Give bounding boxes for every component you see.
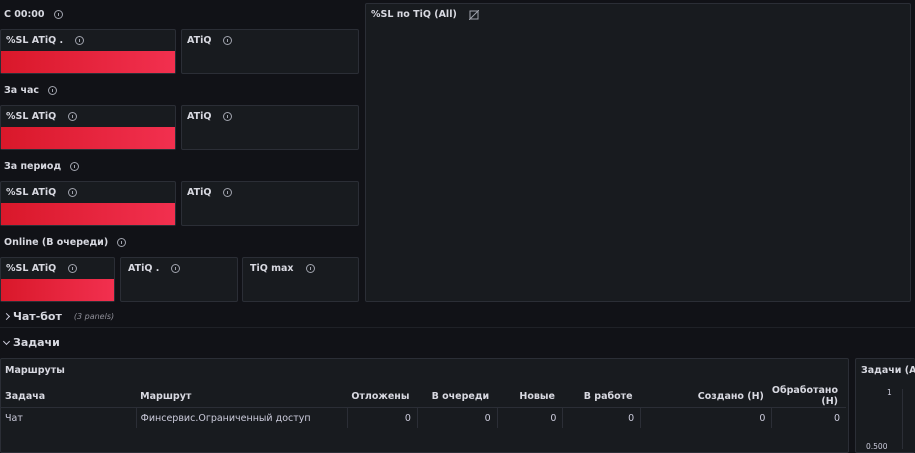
panel-title: ATiQ bbox=[187, 111, 233, 122]
cell-new: 0 bbox=[496, 407, 563, 428]
row-chatbot-meta: (3 panels) bbox=[73, 312, 115, 321]
info-icon[interactable] bbox=[223, 112, 233, 121]
panel-title: Маршруты bbox=[5, 365, 65, 376]
section-online-label: Online (В очереди) bbox=[4, 237, 109, 248]
panel-title: TiQ max bbox=[250, 263, 315, 274]
cell-in-work: 0 bbox=[562, 407, 641, 428]
chevron-down-icon bbox=[2, 337, 11, 345]
section-online: Online (В очереди) bbox=[4, 237, 127, 248]
y-tick-label: 1 bbox=[887, 388, 892, 397]
cell-created: 0 bbox=[640, 407, 772, 428]
col-in-work[interactable]: В работе bbox=[562, 385, 641, 408]
y-axis-line bbox=[902, 389, 903, 449]
table-header-row: Задача Маршрут Отложены В очереди Новые … bbox=[1, 385, 846, 408]
row-divider bbox=[0, 327, 915, 328]
col-created[interactable]: Создано (Н) bbox=[640, 385, 772, 408]
table-row[interactable]: Чат Финсервис.Ограниченный доступ 0 0 0 … bbox=[1, 407, 846, 428]
section-period-label: За период bbox=[4, 161, 62, 172]
panel-title: %SL по TiQ (All) bbox=[371, 9, 479, 20]
cell-postponed: 0 bbox=[346, 407, 418, 428]
panel-title: ATiQ . bbox=[128, 263, 181, 274]
panel-title: %SL ATiQ bbox=[6, 111, 78, 122]
row-chatbot-title: Чат-бот bbox=[13, 310, 62, 323]
sl-gauge-bar bbox=[1, 51, 175, 73]
info-icon[interactable] bbox=[171, 264, 181, 273]
info-icon[interactable] bbox=[48, 86, 58, 95]
panel-title: ATiQ bbox=[187, 35, 233, 46]
no-data-icon bbox=[468, 9, 479, 20]
section-since-label: С 00:00 bbox=[4, 9, 45, 20]
col-in-queue[interactable]: В очереди bbox=[417, 385, 498, 408]
panel-title: ATiQ bbox=[187, 187, 233, 198]
tasks-all-panel[interactable]: Задачи (All) 1 0.500 bbox=[855, 358, 915, 453]
atiq-period-panel[interactable]: ATiQ bbox=[181, 181, 359, 226]
section-hour: За час bbox=[4, 85, 58, 96]
atiq-hour-panel[interactable]: ATiQ bbox=[181, 105, 359, 150]
info-icon[interactable] bbox=[75, 36, 85, 45]
tiq-max-panel[interactable]: TiQ max bbox=[242, 257, 359, 302]
section-period: За период bbox=[4, 161, 80, 172]
cell-processed: 0 bbox=[771, 407, 846, 428]
info-icon[interactable] bbox=[53, 10, 63, 19]
info-icon[interactable] bbox=[70, 162, 80, 171]
section-hour-label: За час bbox=[4, 85, 40, 96]
info-icon[interactable] bbox=[223, 188, 233, 197]
info-icon[interactable] bbox=[223, 36, 233, 45]
panel-title: %SL ATiQ bbox=[6, 263, 78, 274]
section-since-midnight: С 00:00 bbox=[4, 9, 63, 20]
cell-in-queue: 0 bbox=[416, 407, 498, 428]
info-icon[interactable] bbox=[68, 112, 78, 121]
info-icon[interactable] bbox=[68, 188, 78, 197]
col-task[interactable]: Задача bbox=[1, 385, 137, 408]
routes-panel[interactable]: Маршруты Задача Маршрут Отложены В очере… bbox=[0, 358, 849, 453]
sl-gauge-bar bbox=[1, 127, 175, 149]
routes-table: Задача Маршрут Отложены В очереди Новые … bbox=[1, 385, 846, 428]
row-tasks-title: Задачи bbox=[13, 336, 60, 349]
row-chatbot[interactable]: Чат-бот (3 panels) bbox=[2, 310, 115, 323]
atiq-online-panel[interactable]: ATiQ . bbox=[120, 257, 238, 302]
col-postponed[interactable]: Отложены bbox=[347, 385, 418, 408]
panel-title: Задачи (All) bbox=[861, 365, 915, 376]
info-icon[interactable] bbox=[117, 238, 127, 247]
atiq-since-panel[interactable]: ATiQ bbox=[181, 29, 359, 74]
info-icon[interactable] bbox=[68, 264, 78, 273]
cell-task: Чат bbox=[5, 412, 23, 424]
panel-title: %SL ATiQ . bbox=[6, 35, 85, 46]
sl-period-panel[interactable]: %SL ATiQ bbox=[0, 181, 176, 226]
sl-gauge-bar bbox=[1, 279, 114, 301]
panel-title: %SL ATiQ bbox=[6, 187, 78, 198]
sl-since-panel[interactable]: %SL ATiQ . bbox=[0, 29, 176, 74]
col-new[interactable]: Новые bbox=[497, 385, 563, 408]
sl-gauge-bar bbox=[1, 203, 175, 225]
info-icon[interactable] bbox=[305, 264, 315, 273]
row-tasks[interactable]: Задачи bbox=[2, 336, 60, 349]
cell-route: Финсервис.Ограниченный доступ bbox=[135, 407, 348, 428]
sl-online-panel[interactable]: %SL ATiQ bbox=[0, 257, 115, 302]
sl-hour-panel[interactable]: %SL ATiQ bbox=[0, 105, 176, 150]
col-route[interactable]: Маршрут bbox=[136, 385, 348, 408]
sl-by-tiq-chart-panel[interactable]: %SL по TiQ (All) bbox=[365, 3, 911, 302]
col-processed[interactable]: Обработано (Н) bbox=[771, 385, 846, 408]
chevron-right-icon bbox=[2, 312, 11, 321]
